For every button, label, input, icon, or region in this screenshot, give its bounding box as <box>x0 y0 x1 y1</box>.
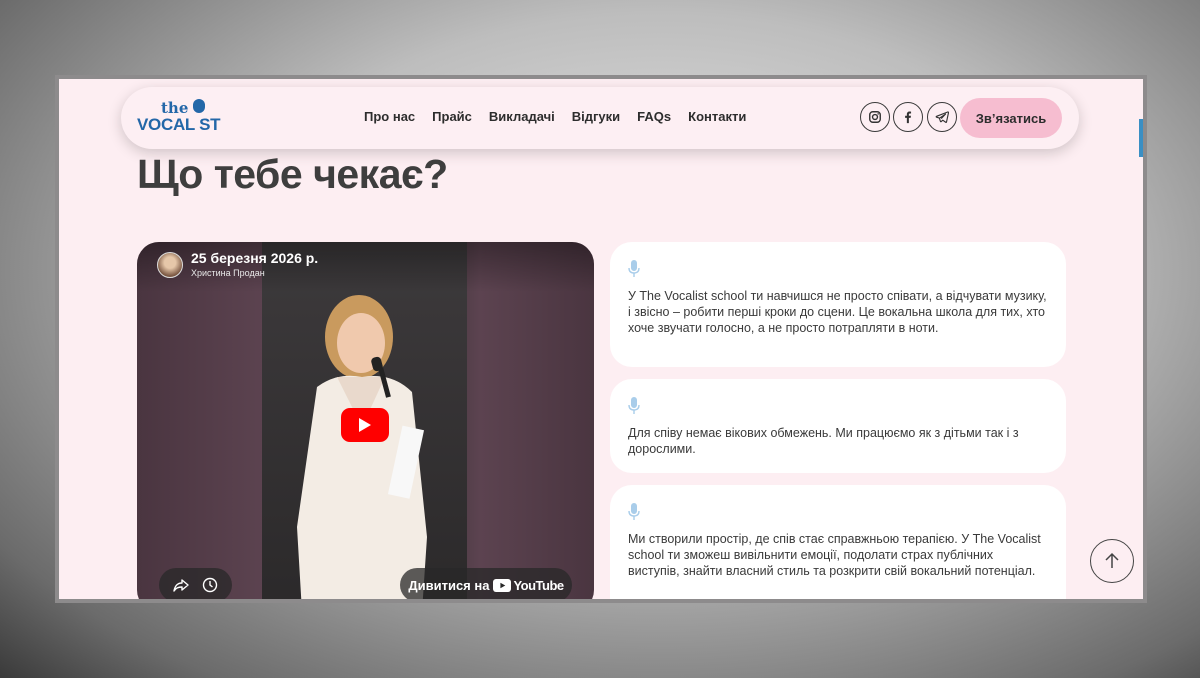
nav-item-teachers[interactable]: Викладачі <box>489 109 555 124</box>
video-title[interactable]: 25 березня 2026 р. <box>191 250 318 266</box>
youtube-label: YouTube <box>513 577 564 593</box>
feature-card-text: Ми створили простір, де спів стає справж… <box>628 532 1041 578</box>
microphone-icon <box>628 397 640 414</box>
arrow-up-icon <box>1105 552 1119 568</box>
play-button[interactable] <box>341 408 389 442</box>
feature-card-text: Для співу немає вікових обмежень. Ми пра… <box>628 426 1019 456</box>
nav-item-contacts[interactable]: Контакти <box>688 109 746 124</box>
watch-later-icon[interactable] <box>202 577 218 593</box>
feature-card: Для співу немає вікових обмежень. Ми пра… <box>610 379 1066 473</box>
facebook-button[interactable] <box>893 102 923 132</box>
feature-card: У The Vocalist school ти навчишся не про… <box>610 242 1066 367</box>
telegram-button[interactable] <box>927 102 957 132</box>
youtube-icon <box>493 578 512 592</box>
watch-on-youtube-button[interactable]: Дивитися на YouTube <box>400 568 572 599</box>
telegram-icon <box>935 111 949 123</box>
watch-label: Дивитися на <box>408 577 490 593</box>
main-nav: Про нас Прайс Викладачі Відгуки FAQs Кон… <box>364 109 746 124</box>
play-icon <box>359 418 371 432</box>
logo-mic-icon <box>193 99 205 113</box>
share-icon[interactable] <box>173 577 189 593</box>
contact-button[interactable]: Зв’язатись <box>960 98 1062 138</box>
scrollbar[interactable] <box>1139 119 1143 157</box>
video-player[interactable]: 25 березня 2026 р. Христина Продан Дивит… <box>137 242 594 599</box>
feature-card-text: У The Vocalist school ти навчишся не про… <box>628 289 1047 335</box>
channel-avatar[interactable] <box>157 252 183 278</box>
nav-item-reviews[interactable]: Відгуки <box>572 109 620 124</box>
scroll-to-top-button[interactable] <box>1090 539 1134 583</box>
video-author: Христина Продан <box>191 268 265 278</box>
microphone-icon <box>628 503 640 520</box>
logo-vocalist: VOCAL ST <box>137 115 221 134</box>
nav-item-price[interactable]: Прайс <box>432 109 472 124</box>
nav-item-about[interactable]: Про нас <box>364 109 415 124</box>
feature-card: Ми створили простір, де спів стає справж… <box>610 485 1066 599</box>
video-controls <box>159 568 232 599</box>
browser-viewport: the VOCAL ST Про нас Прайс Викладачі Від… <box>55 75 1147 603</box>
microphone-icon <box>628 260 640 277</box>
section-heading: Що тебе чекає? <box>137 151 448 197</box>
instagram-button[interactable] <box>860 102 890 132</box>
facebook-icon <box>905 111 912 124</box>
youtube-logo: YouTube <box>493 577 564 593</box>
instagram-icon <box>869 111 881 123</box>
logo[interactable]: the VOCAL ST <box>137 97 229 139</box>
nav-item-faqs[interactable]: FAQs <box>637 109 671 124</box>
site-header: the VOCAL ST Про нас Прайс Викладачі Від… <box>121 87 1079 149</box>
